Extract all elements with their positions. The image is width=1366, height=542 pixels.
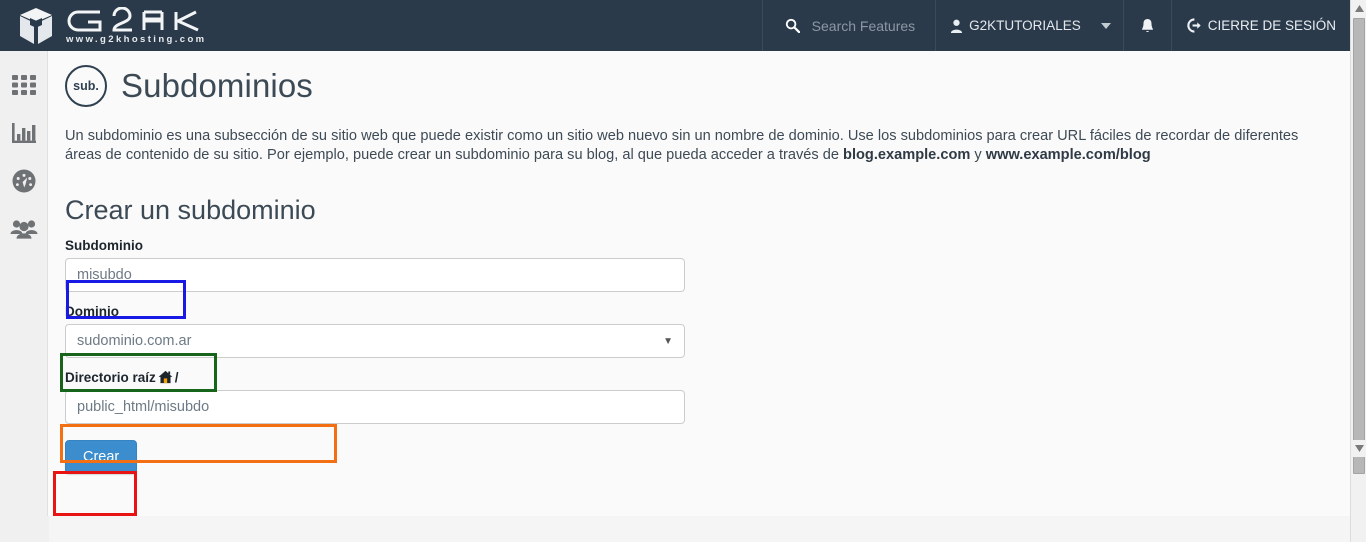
- field-domain: Dominio sudominio.com.ar ▼: [65, 304, 1334, 358]
- sidebar-item-statistics[interactable]: [0, 111, 48, 159]
- logout-label: CIERRE DE SESIÓN: [1207, 18, 1336, 33]
- bar-chart-icon: [11, 121, 37, 150]
- sidebar-item-apps[interactable]: [0, 63, 48, 111]
- logout-button[interactable]: CIERRE DE SESIÓN: [1170, 0, 1350, 51]
- sidebar-item-metrics[interactable]: [0, 159, 48, 207]
- gauge-icon: [11, 168, 37, 199]
- subdomain-badge-label: sub.: [73, 79, 99, 93]
- subdomain-input-value: misubdo: [77, 267, 132, 283]
- scrollbar-thumb[interactable]: [1353, 18, 1365, 474]
- domain-select[interactable]: sudominio.com.ar ▼: [65, 324, 685, 358]
- bell-icon: [1140, 18, 1155, 34]
- brand-logo[interactable]: www.g2khosting.com: [0, 4, 210, 48]
- user-menu[interactable]: G2KTUTORIALES: [935, 0, 1123, 51]
- main-content: sub. Subdominios Un subdominio es una su…: [49, 51, 1350, 516]
- logout-icon: [1186, 18, 1201, 33]
- brand-wordmark: [64, 6, 210, 33]
- grid-icon: [11, 74, 37, 101]
- scrollbar-up-arrow[interactable]: [1351, 0, 1366, 17]
- sidebar-item-users[interactable]: [0, 207, 48, 255]
- footer-strip: [49, 516, 1350, 542]
- subdomain-badge-icon: sub.: [65, 65, 107, 107]
- document-root-label-slash: /: [174, 370, 179, 385]
- page-scrollbar[interactable]: [1350, 0, 1366, 542]
- chevron-down-icon: ▼: [663, 335, 673, 347]
- subdomain-label: Subdominio: [65, 238, 143, 253]
- notifications-button[interactable]: [1122, 0, 1171, 51]
- field-document-root: Directorio raíz / public_html/misubdo: [65, 370, 1334, 424]
- subdomain-input[interactable]: misubdo: [65, 258, 685, 292]
- users-icon: [10, 217, 38, 246]
- field-subdomain: Subdominio misubdo: [65, 238, 1334, 292]
- left-sidebar: [0, 51, 48, 542]
- section-title-create-subdomain: Crear un subdominio: [65, 195, 316, 225]
- user-menu-label: G2KTUTORIALES: [969, 18, 1081, 33]
- user-icon: [950, 19, 963, 33]
- search-icon: [785, 18, 800, 33]
- domain-label: Dominio: [65, 304, 119, 319]
- document-root-input[interactable]: public_html/misubdo: [65, 390, 685, 424]
- search-features-box[interactable]: Search Features: [761, 0, 936, 51]
- sidebar-bottom-strip: [0, 516, 49, 542]
- description-part2: y: [970, 147, 986, 163]
- home-icon: [158, 370, 173, 385]
- cube-logo-icon: [14, 4, 58, 48]
- scrollbar-down-arrow[interactable]: [1351, 440, 1366, 457]
- description-link-blog: blog.example.com: [843, 147, 971, 163]
- create-button[interactable]: Crear: [65, 440, 138, 474]
- top-header-bar: www.g2khosting.com Search Features G2KTU…: [0, 0, 1350, 51]
- document-root-label: Directorio raíz /: [65, 370, 1334, 385]
- app-window: www.g2khosting.com Search Features G2KTU…: [0, 0, 1366, 542]
- page-title-row: sub. Subdominios: [65, 51, 1334, 107]
- description-link-blogpath: www.example.com/blog: [985, 147, 1151, 163]
- page-title: Subdominios: [121, 67, 313, 104]
- search-input-placeholder[interactable]: Search Features: [812, 18, 916, 34]
- chevron-down-icon: [1100, 21, 1111, 31]
- domain-select-value: sudominio.com.ar: [77, 333, 192, 349]
- brand-url: www.g2khosting.com: [66, 33, 207, 45]
- page-description: Un subdominio es una subsección de su si…: [65, 127, 1315, 165]
- document-root-label-text: Directorio raíz: [65, 370, 156, 385]
- document-root-input-value: public_html/misubdo: [77, 399, 210, 415]
